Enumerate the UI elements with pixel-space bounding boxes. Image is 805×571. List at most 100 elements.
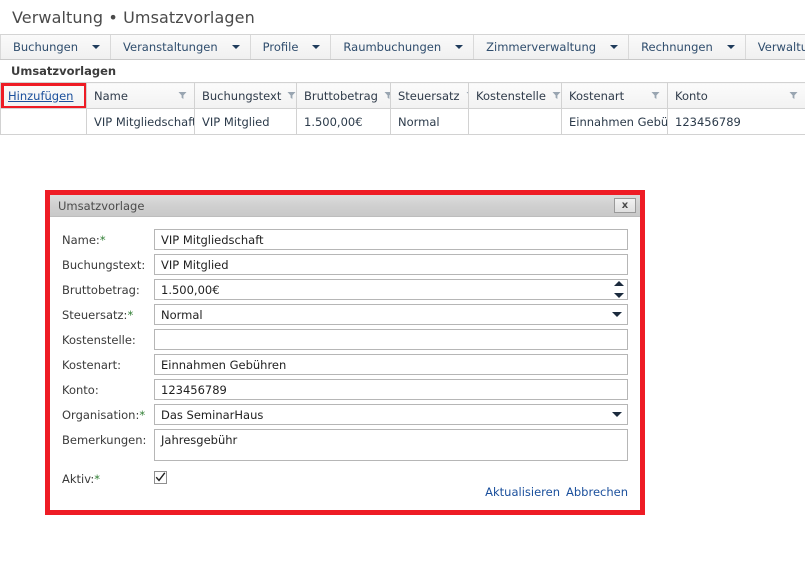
- page-title: Verwaltung • Umsatzvorlagen: [12, 7, 255, 27]
- add-button[interactable]: Hinzufügen: [8, 89, 73, 103]
- bruttobetrag-field[interactable]: [154, 279, 628, 300]
- label-organisation: Organisation:*: [62, 404, 154, 422]
- chevron-down-icon[interactable]: [612, 412, 622, 417]
- table-row[interactable]: VIP Mitgliedschaft VIP Mitglied 1.500,00…: [0, 108, 805, 135]
- chevron-down-icon: [455, 45, 464, 49]
- label-text: Bemerkungen:: [62, 433, 147, 447]
- menu-item-rechnungen[interactable]: Rechnungen: [629, 35, 746, 59]
- required-marker: *: [139, 408, 146, 422]
- cell-kostenstelle: [468, 108, 562, 135]
- column-header-kostenart[interactable]: Kostenart: [561, 82, 668, 109]
- column-header-label: Buchungstext: [202, 88, 282, 103]
- close-icon[interactable]: x: [614, 198, 636, 213]
- filter-icon[interactable]: [287, 91, 296, 100]
- label-kostenstelle: Kostenstelle:: [62, 329, 154, 347]
- filter-icon[interactable]: [384, 91, 391, 100]
- grid-add-cell: Hinzufügen: [0, 82, 87, 109]
- cell-konto: 123456789: [667, 108, 805, 135]
- form-row-name: Name:*: [62, 229, 628, 250]
- column-header-label: Konto: [675, 88, 708, 103]
- form-row-steuersatz: Steuersatz:*: [62, 304, 628, 325]
- cell-buchungstext: VIP Mitglied: [194, 108, 297, 135]
- form-row-bemerkungen: Bemerkungen: Jahresgebühr: [62, 429, 628, 464]
- checkmark-icon: [155, 472, 166, 482]
- chevron-up-icon[interactable]: [613, 281, 624, 286]
- annotation-highlight-dialog: Umsatzvorlage x Name:* Buchungstext:: [45, 190, 645, 515]
- section-caption: Umsatzvorlagen: [0, 60, 805, 82]
- chevron-down-icon[interactable]: [613, 293, 624, 298]
- cancel-button[interactable]: Abbrechen: [566, 485, 628, 499]
- menu-item-veranstaltungen[interactable]: Veranstaltungen: [111, 35, 251, 59]
- dialog-titlebar: Umsatzvorlage x: [50, 195, 640, 217]
- label-text: Organisation:: [62, 408, 140, 422]
- menu-item-profile[interactable]: Profile: [251, 35, 332, 59]
- column-header-label: Bruttobetrag: [304, 88, 378, 103]
- label-name: Name:*: [62, 229, 154, 247]
- main-menu-bar: Buchungen Veranstaltungen Profile Raumbu…: [0, 34, 805, 60]
- aktiv-checkbox[interactable]: [154, 471, 167, 484]
- filter-icon[interactable]: [178, 91, 187, 100]
- required-marker: *: [127, 308, 134, 322]
- update-button[interactable]: Aktualisieren: [485, 485, 560, 499]
- menu-item-label: Rechnungen: [641, 40, 713, 54]
- label-kostenart: Kostenart:: [62, 354, 154, 372]
- column-header-label: Steuersatz: [398, 88, 460, 103]
- label-bemerkungen: Bemerkungen:: [62, 429, 154, 447]
- label-text: Steuersatz:: [62, 308, 128, 322]
- cell-bruttobetrag: 1.500,00€: [296, 108, 391, 135]
- menu-item-buchungen[interactable]: Buchungen: [0, 35, 112, 59]
- umsatzvorlage-dialog: Umsatzvorlage x Name:* Buchungstext:: [50, 195, 640, 510]
- umsatzvorlagen-grid: Hinzufügen Name Buchungstext Bruttobetra…: [0, 82, 805, 135]
- dialog-title: Umsatzvorlage: [58, 198, 145, 213]
- cell-steuersatz: Normal: [390, 108, 469, 135]
- label-text: Bruttobetrag:: [62, 283, 140, 297]
- column-header-name[interactable]: Name: [86, 82, 195, 109]
- form-row-organisation: Organisation:*: [62, 404, 628, 425]
- menu-item-label: Profile: [262, 40, 299, 54]
- menu-item-label: Raumbuchungen: [343, 40, 442, 54]
- chevron-down-icon: [610, 45, 619, 49]
- label-text: Buchungstext:: [62, 258, 146, 272]
- form-row-kostenart: Kostenart:: [62, 354, 628, 375]
- kostenstelle-field[interactable]: [154, 329, 628, 350]
- konto-field[interactable]: [154, 379, 628, 400]
- label-text: Name:: [62, 233, 100, 247]
- column-header-kostenstelle[interactable]: Kostenstelle: [468, 82, 562, 109]
- label-aktiv: Aktiv:*: [62, 468, 154, 486]
- menu-item-label: Buchungen: [13, 40, 79, 54]
- steuersatz-select[interactable]: [154, 304, 628, 325]
- chevron-down-icon[interactable]: [612, 312, 622, 317]
- kostenart-field[interactable]: [154, 354, 628, 375]
- column-header-steuersatz[interactable]: Steuersatz: [390, 82, 469, 109]
- menu-item-label: Veranstaltungen: [123, 40, 218, 54]
- dialog-body: Name:* Buchungstext: Bruttobetrag:: [50, 217, 640, 510]
- column-header-label: Name: [94, 88, 128, 103]
- menu-item-zimmerverwaltung[interactable]: Zimmerverwaltung: [474, 35, 630, 59]
- menu-item-label: Verwaltung: [757, 40, 805, 54]
- column-header-bruttobetrag[interactable]: Bruttobetrag: [296, 82, 391, 109]
- column-header-konto[interactable]: Konto: [667, 82, 805, 109]
- organisation-select[interactable]: [154, 404, 628, 425]
- form-row-bruttobetrag: Bruttobetrag:: [62, 279, 628, 300]
- column-header-buchungstext[interactable]: Buchungstext: [194, 82, 297, 109]
- bemerkungen-field[interactable]: Jahresgebühr: [154, 429, 628, 461]
- cell-kostenart: Einnahmen Gebühren: [561, 108, 668, 135]
- grid-header-row: Hinzufügen Name Buchungstext Bruttobetra…: [0, 82, 805, 109]
- column-header-label: Kostenstelle: [476, 88, 546, 103]
- required-marker: *: [99, 233, 106, 247]
- filter-icon[interactable]: [552, 91, 561, 100]
- label-konto: Konto:: [62, 379, 154, 397]
- row-action-cell[interactable]: [0, 108, 87, 135]
- form-row-konto: Konto:: [62, 379, 628, 400]
- buchungstext-field[interactable]: [154, 254, 628, 275]
- chevron-down-icon: [726, 45, 735, 49]
- filter-icon[interactable]: [789, 91, 798, 100]
- required-marker: *: [94, 472, 101, 486]
- menu-item-verwaltung[interactable]: Verwaltung: [746, 35, 805, 59]
- name-field[interactable]: [154, 229, 628, 250]
- quantity-stepper[interactable]: [613, 281, 624, 298]
- form-row-aktiv: Aktiv:*: [62, 468, 628, 486]
- label-buchungstext: Buchungstext:: [62, 254, 154, 272]
- filter-icon[interactable]: [651, 91, 660, 100]
- menu-item-raumbuchungen[interactable]: Raumbuchungen: [331, 35, 475, 59]
